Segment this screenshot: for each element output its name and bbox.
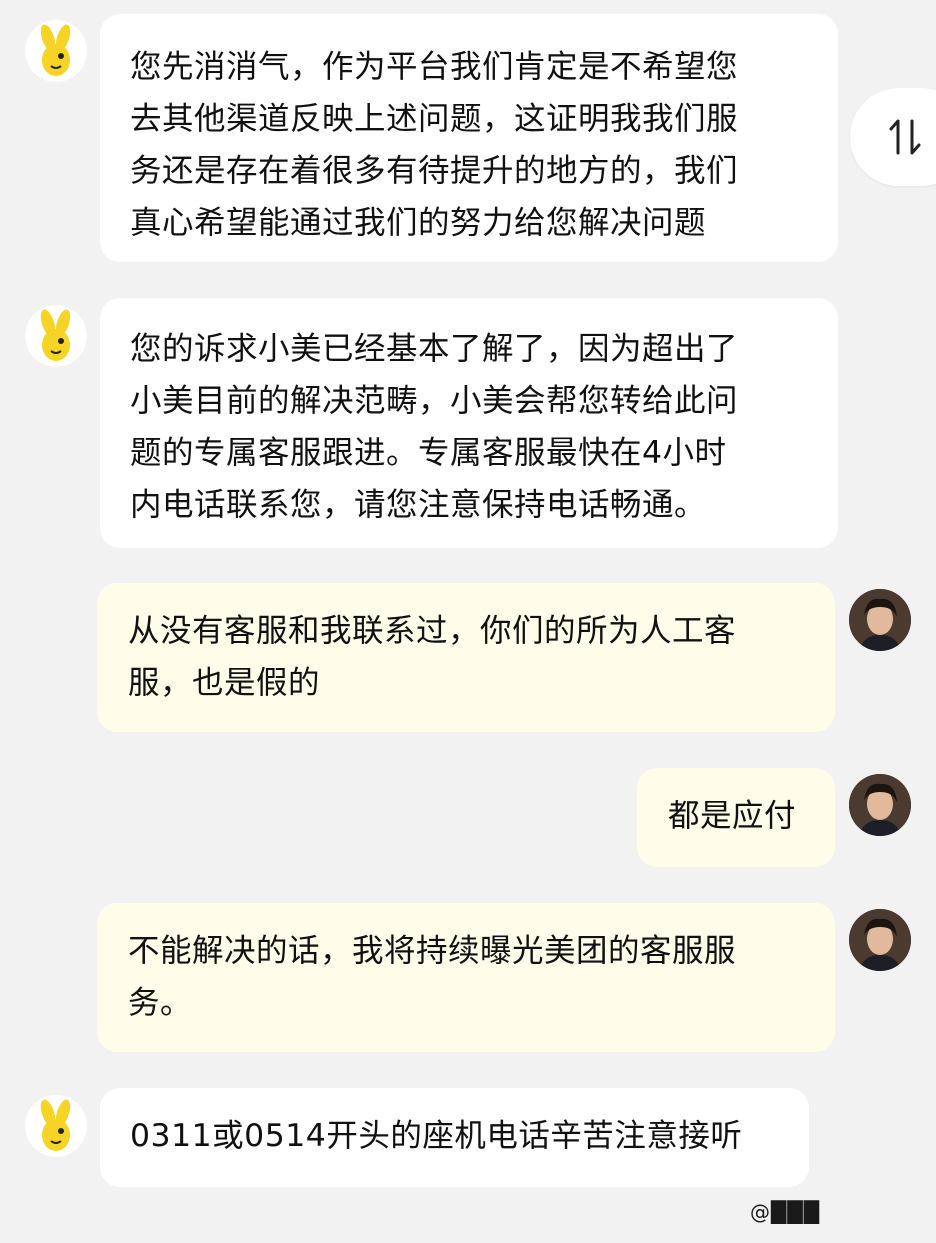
message-text: 您先消消气，作为平台我们肯定是不希望您 去其他渠道反映上述问题，这证明我我们服 … — [130, 49, 739, 241]
message-text: 0311或0514开头的座机电话辛苦注意接听 — [130, 1118, 743, 1154]
user-portrait-icon — [849, 774, 911, 836]
message-bubble[interactable]: 您的诉求小美已经基本了解了，因为超出了 小美目前的解决范畴，小美会帮您转给此问 … — [100, 298, 838, 548]
kangaroo-mascot-icon — [40, 1099, 71, 1151]
bot-avatar[interactable] — [25, 1095, 87, 1157]
message-text: 从没有客服和我联系过，你们的所为人工客 服，也是假的 — [128, 613, 737, 701]
message-text: 都是应付 — [668, 798, 797, 834]
message-bubble[interactable]: 从没有客服和我联系过，你们的所为人工客 服，也是假的 — [97, 583, 835, 732]
user-portrait-icon — [849, 909, 911, 971]
message-bubble[interactable]: 不能解决的话，我将持续曝光美团的客服服 务。 — [97, 903, 835, 1052]
message-text: 不能解决的话，我将持续曝光美团的客服服 务。 — [128, 933, 737, 1021]
user-portrait-icon — [849, 589, 911, 651]
user-avatar[interactable] — [849, 909, 911, 971]
sort-toggle-button[interactable] — [850, 88, 936, 186]
message-text: 您的诉求小美已经基本了解了，因为超出了 小美目前的解决范畴，小美会帮您转给此问 … — [130, 331, 739, 523]
message-bubble[interactable]: 都是应付 — [637, 768, 835, 867]
kangaroo-mascot-icon — [40, 309, 71, 361]
bot-avatar[interactable] — [25, 20, 87, 82]
user-avatar[interactable] — [849, 774, 911, 836]
message-bubble[interactable]: 您先消消气，作为平台我们肯定是不希望您 去其他渠道反映上述问题，这证明我我们服 … — [100, 14, 838, 262]
swap-vertical-icon — [889, 119, 921, 155]
watermark: @███ — [750, 1200, 821, 1224]
kangaroo-mascot-icon — [40, 24, 71, 76]
user-avatar[interactable] — [849, 589, 911, 651]
message-bubble[interactable]: 0311或0514开头的座机电话辛苦注意接听 — [100, 1088, 809, 1187]
bot-avatar[interactable] — [25, 305, 87, 367]
